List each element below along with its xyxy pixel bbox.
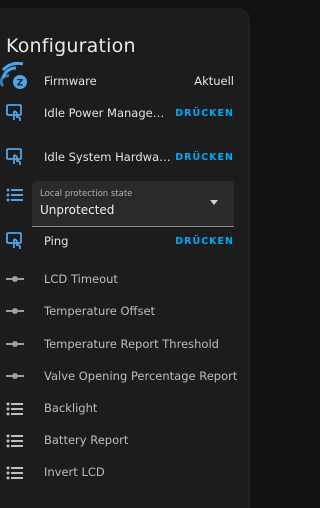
slider-icon xyxy=(4,300,26,322)
svg-text:Z: Z xyxy=(17,79,24,89)
temperature-report-threshold-label: Temperature Report Threshold xyxy=(44,337,219,351)
backlight-label: Backlight xyxy=(44,401,98,415)
configuration-card: Konfiguration Z Firmware Aktuell Idle Po… xyxy=(0,8,248,508)
format-list-bulleted-icon xyxy=(4,430,26,452)
invert-lcd-label: Invert LCD xyxy=(44,465,105,479)
local-protection-value: Unprotected xyxy=(40,203,115,217)
invert-lcd-row[interactable]: Invert LCD xyxy=(0,462,248,482)
idle-system-label: Idle System Hardware s… xyxy=(44,150,174,164)
backlight-row[interactable]: Backlight xyxy=(0,398,248,418)
ping-press-button[interactable]: DRÜCKEN xyxy=(175,236,234,247)
lcd-timeout-label: LCD Timeout xyxy=(44,272,118,286)
slider-icon xyxy=(4,333,26,355)
chevron-down-icon[interactable] xyxy=(210,200,218,205)
temperature-offset-label: Temperature Offset xyxy=(44,304,156,318)
battery-report-row[interactable]: Battery Report xyxy=(0,430,248,450)
temperature-offset-row[interactable]: Temperature Offset xyxy=(0,301,248,321)
slider-icon xyxy=(4,268,26,290)
ping-label: Ping xyxy=(44,234,69,248)
idle-system-row: Idle System Hardware s… DRÜCKEN xyxy=(0,146,248,168)
touch-app-icon xyxy=(4,146,26,168)
valve-opening-report-label: Valve Opening Percentage Report xyxy=(44,369,238,383)
ping-row: Ping DRÜCKEN xyxy=(0,230,248,252)
local-protection-label: Local protection state xyxy=(40,189,133,199)
idle-system-press-button[interactable]: DRÜCKEN xyxy=(175,152,234,163)
format-list-bulleted-icon xyxy=(4,398,26,420)
valve-opening-report-row[interactable]: Valve Opening Percentage Report xyxy=(0,366,248,386)
local-protection-select[interactable]: Local protection state Unprotected xyxy=(32,181,234,227)
zwave-firmware-icon: Z xyxy=(0,62,32,96)
battery-report-label: Battery Report xyxy=(44,433,129,447)
firmware-row[interactable]: Z Firmware Aktuell xyxy=(0,62,248,94)
format-list-bulleted-icon xyxy=(4,462,26,484)
idle-power-row: Idle Power Managemen… DRÜCKEN xyxy=(0,102,248,124)
touch-app-icon xyxy=(4,102,26,124)
temperature-report-threshold-row[interactable]: Temperature Report Threshold xyxy=(0,334,248,354)
touch-app-icon xyxy=(4,230,26,252)
lcd-timeout-row[interactable]: LCD Timeout xyxy=(0,269,248,289)
page-title: Konfiguration xyxy=(6,35,136,57)
idle-power-label: Idle Power Managemen… xyxy=(44,106,174,120)
idle-power-press-button[interactable]: DRÜCKEN xyxy=(175,108,234,119)
slider-icon xyxy=(4,365,26,387)
firmware-label: Firmware xyxy=(44,74,97,88)
firmware-value: Aktuell xyxy=(194,74,234,88)
format-list-bulleted-icon xyxy=(4,184,26,206)
